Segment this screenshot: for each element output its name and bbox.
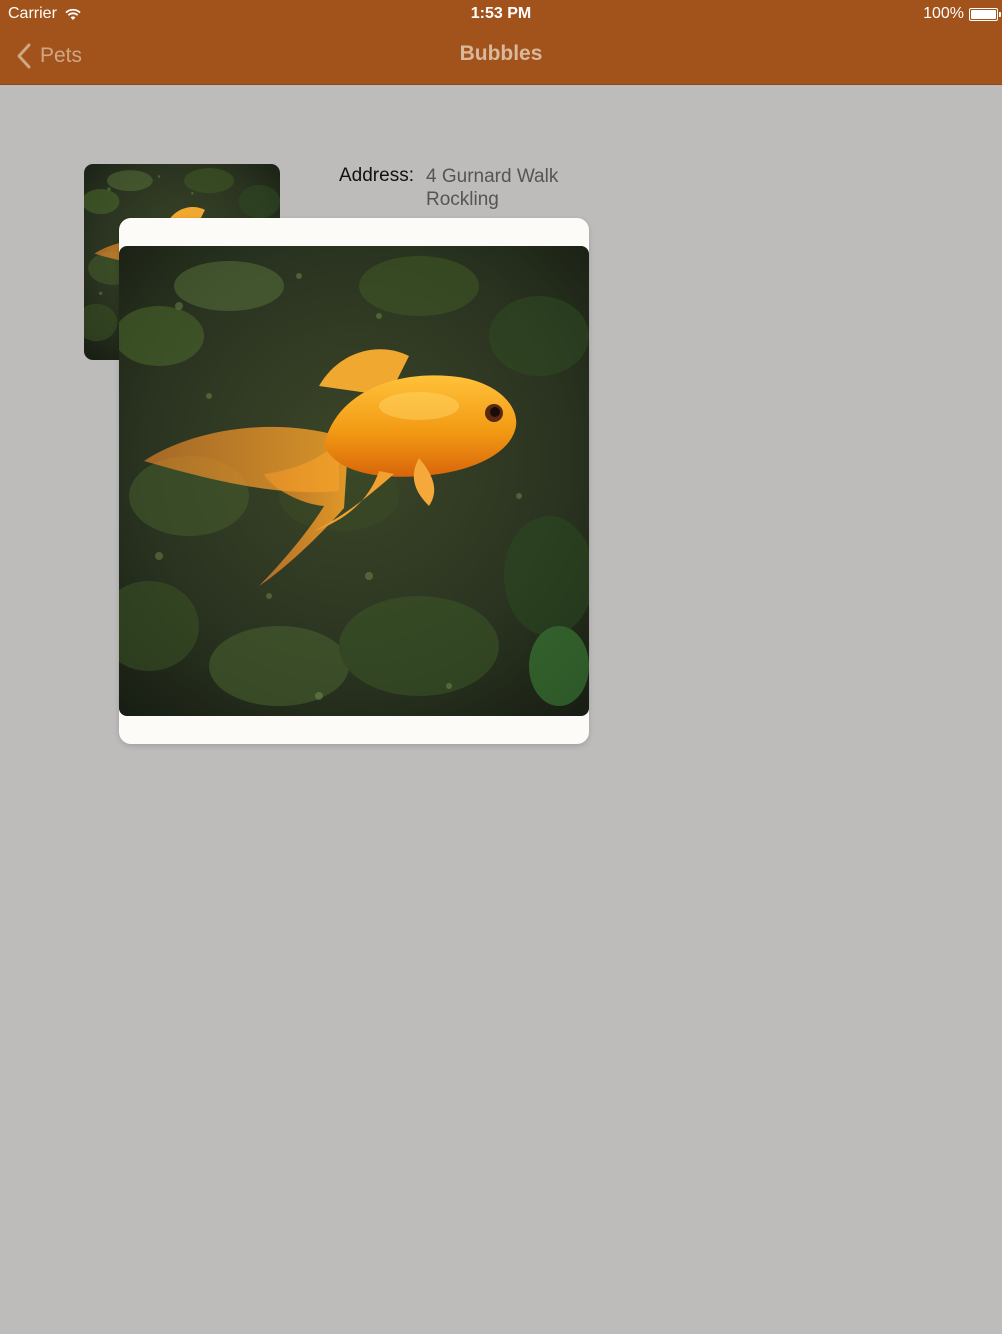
battery-fill	[971, 9, 996, 19]
status-time: 1:53 PM	[470, 5, 532, 22]
status-bar: Carrier 1:53 PM 100%	[0, 0, 1002, 28]
navigation-bar: Pets Bubbles	[0, 28, 1002, 85]
address-line-2: Rockling	[426, 189, 499, 210]
page-title: Bubbles	[459, 42, 543, 65]
battery-icon	[969, 7, 1001, 21]
address-label: Address:	[339, 165, 414, 186]
pet-photo	[119, 246, 589, 716]
battery-percent: 100%	[923, 5, 964, 22]
address-line-1: 4 Gurnard Walk	[426, 166, 559, 187]
battery-indicator: 100%	[923, 5, 1001, 23]
goldfish-image	[119, 246, 589, 716]
address-value: 4 Gurnard Walk Rockling	[426, 165, 558, 211]
photo-popover[interactable]	[119, 218, 589, 744]
detail-content: Address: 4 Gurnard Walk Rockling	[0, 85, 1002, 1334]
battery-nub	[999, 11, 1001, 17]
